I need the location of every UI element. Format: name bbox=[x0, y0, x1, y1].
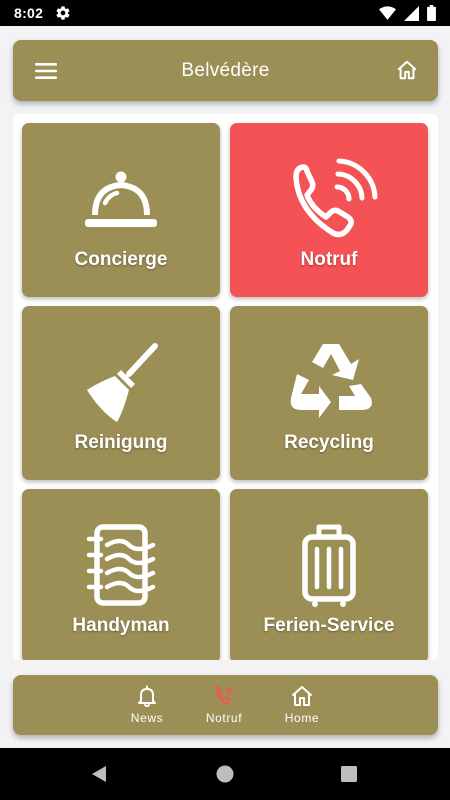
wifi-icon bbox=[379, 5, 396, 20]
nav-item-notruf[interactable]: Notruf bbox=[189, 684, 259, 730]
home-icon bbox=[292, 686, 312, 706]
status-time: 8:02 bbox=[14, 5, 44, 21]
recents-icon[interactable] bbox=[336, 761, 362, 787]
nav-label: Notruf bbox=[205, 711, 243, 725]
tile-handyman[interactable]: Handyman bbox=[22, 489, 220, 660]
menu-button[interactable] bbox=[33, 58, 59, 84]
android-nav-bar bbox=[0, 748, 450, 800]
cloche-icon bbox=[85, 171, 157, 227]
phone-call-icon bbox=[215, 686, 233, 705]
hamburger-menu-icon bbox=[35, 63, 57, 79]
nav-label: Home bbox=[284, 711, 320, 725]
tile-ferien-service[interactable]: Ferien-Service bbox=[230, 489, 428, 660]
broom-icon bbox=[87, 343, 158, 422]
status-icons bbox=[379, 5, 436, 21]
tile-label: Notruf bbox=[300, 249, 358, 270]
notebook-icon bbox=[86, 524, 156, 606]
tile-label: Recycling bbox=[284, 432, 374, 453]
tile-label: Handyman bbox=[72, 615, 170, 636]
tile-concierge[interactable]: Concierge bbox=[22, 123, 220, 297]
home-button[interactable] bbox=[394, 57, 420, 83]
recycle-icon bbox=[290, 344, 372, 418]
battery-icon bbox=[427, 5, 436, 21]
tile-label: Concierge bbox=[74, 249, 168, 270]
nav-item-news[interactable]: News bbox=[112, 684, 182, 730]
bottom-nav: News Notruf Home bbox=[13, 675, 438, 735]
status-bar: 8:02 bbox=[0, 0, 450, 26]
bell-icon bbox=[138, 685, 156, 707]
back-icon[interactable] bbox=[86, 761, 112, 787]
nav-label: News bbox=[130, 711, 164, 725]
luggage-icon bbox=[302, 524, 356, 607]
page-title: Belvédère bbox=[181, 59, 270, 81]
signal-icon bbox=[404, 5, 419, 21]
home-icon bbox=[397, 60, 417, 80]
service-grid: Concierge Notruf Reinigung Recycling Han… bbox=[13, 114, 438, 660]
app-bar: Belvédère bbox=[13, 40, 438, 101]
gear-icon bbox=[56, 6, 70, 20]
tile-notruf[interactable]: Notruf bbox=[230, 123, 428, 297]
tile-label: Reinigung bbox=[74, 432, 168, 453]
tile-recycling[interactable]: Recycling bbox=[230, 306, 428, 480]
phone-call-icon bbox=[293, 158, 378, 238]
tile-label: Ferien-Service bbox=[263, 615, 395, 636]
tile-reinigung[interactable]: Reinigung bbox=[22, 306, 220, 480]
nav-item-home[interactable]: Home bbox=[267, 684, 337, 730]
home-circle-icon[interactable] bbox=[212, 761, 238, 787]
